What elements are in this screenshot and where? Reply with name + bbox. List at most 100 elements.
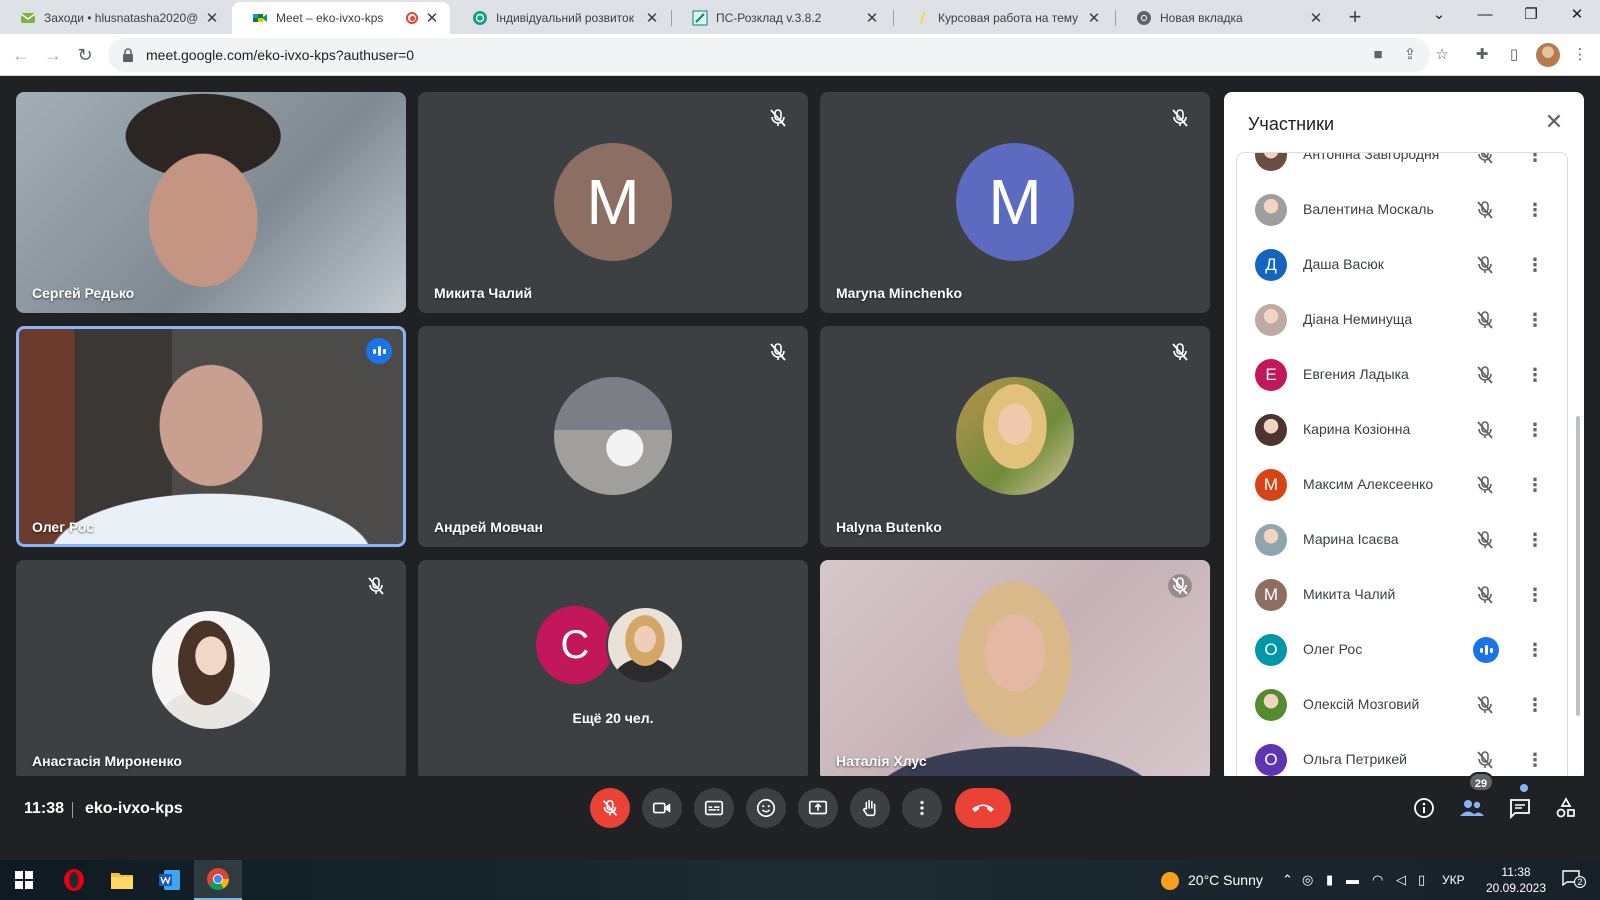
participant-row[interactable]: Олексій Мозговий ⋮ bbox=[1237, 677, 1567, 733]
participant-row[interactable]: О Олег Рос ⋮ bbox=[1237, 622, 1567, 678]
mic-off-icon[interactable] bbox=[1473, 198, 1497, 222]
browser-menu-icon[interactable]: ⋮ bbox=[1570, 45, 1590, 65]
participants-list[interactable]: Антоніна Завгородня ⋮ Валентина Москаль ⋮ Д Д… bbox=[1236, 152, 1568, 782]
taskbar-opera[interactable] bbox=[50, 860, 98, 900]
participant-row[interactable]: Діана Неминуща ⋮ bbox=[1237, 292, 1567, 348]
mic-toggle-button[interactable] bbox=[590, 788, 630, 828]
participant-tile[interactable]: M Микита Чалий bbox=[418, 92, 808, 313]
usb-device-icon[interactable]: ▯ bbox=[1418, 860, 1425, 900]
camera-permission-icon[interactable]: ■ bbox=[1368, 45, 1388, 65]
participant-row[interactable]: Е Евгения Ладыка ⋮ bbox=[1237, 347, 1567, 403]
more-vertical-icon[interactable]: ⋮ bbox=[1523, 153, 1547, 167]
more-vertical-icon[interactable]: ⋮ bbox=[1523, 583, 1547, 607]
participant-row[interactable]: М Микита Чалий ⋮ bbox=[1237, 567, 1567, 623]
more-vertical-icon[interactable]: ⋮ bbox=[1523, 308, 1547, 332]
tab-search-chevron-icon[interactable]: ⌄ bbox=[1416, 0, 1462, 30]
reactions-button[interactable] bbox=[746, 788, 786, 828]
share-icon[interactable]: ⇪ bbox=[1400, 45, 1420, 65]
raise-hand-button[interactable] bbox=[850, 788, 890, 828]
more-vertical-icon[interactable]: ⋮ bbox=[1523, 363, 1547, 387]
present-screen-button[interactable] bbox=[798, 788, 838, 828]
participant-row[interactable]: Марина Ісаєва ⋮ bbox=[1237, 512, 1567, 568]
participant-tile[interactable]: Halyna Butenko bbox=[820, 326, 1210, 547]
more-vertical-icon[interactable]: ⋮ bbox=[1523, 638, 1547, 662]
more-vertical-icon[interactable]: ⋮ bbox=[1523, 473, 1547, 497]
mic-off-icon[interactable] bbox=[1473, 308, 1497, 332]
taskbar-word[interactable] bbox=[146, 860, 194, 900]
leave-call-button[interactable] bbox=[955, 788, 1011, 828]
mic-off-icon[interactable] bbox=[1473, 253, 1497, 277]
restore-icon[interactable]: ❐ bbox=[1508, 0, 1554, 30]
tab-schedule[interactable]: ПС-Розклад v.3.8.2 ✕ bbox=[672, 2, 890, 34]
mic-off-icon[interactable] bbox=[1473, 693, 1497, 717]
reload-icon[interactable]: ↻ bbox=[72, 42, 98, 68]
weather-text[interactable]: 20°C Sunny bbox=[1188, 860, 1263, 900]
participant-row[interactable]: М Максим Алексеенко ⋮ bbox=[1237, 457, 1567, 513]
mic-off-icon[interactable] bbox=[1473, 418, 1497, 442]
new-tab-button[interactable]: + bbox=[1342, 4, 1368, 30]
mic-off-icon[interactable] bbox=[1473, 748, 1497, 772]
participant-row[interactable]: Д Даша Васюк ⋮ bbox=[1237, 237, 1567, 293]
participant-row[interactable]: Карина Козіонна ⋮ bbox=[1237, 402, 1567, 458]
participant-tile[interactable]: Андрей Мовчан bbox=[418, 326, 808, 547]
close-icon[interactable]: ✕ bbox=[864, 9, 880, 27]
camera-toggle-button[interactable] bbox=[642, 788, 682, 828]
more-vertical-icon[interactable]: ⋮ bbox=[1523, 253, 1547, 277]
tab-chatgpt[interactable]: Індивідуальний розвиток і в ✕ bbox=[452, 2, 670, 34]
window-close-icon[interactable]: ✕ bbox=[1554, 0, 1600, 30]
close-icon[interactable]: ✕ bbox=[1308, 9, 1324, 27]
people-button[interactable] bbox=[1456, 792, 1488, 824]
more-vertical-icon[interactable]: ⋮ bbox=[1523, 748, 1547, 772]
mic-off-icon[interactable] bbox=[1473, 152, 1497, 167]
tab-mail[interactable]: Заходи • hlusnatasha2020@u ✕ bbox=[0, 2, 230, 34]
tab-coursework[interactable]: Курсовая работа на тему «В ✕ bbox=[894, 2, 1112, 34]
battery-plug-icon[interactable]: ▬ bbox=[1346, 860, 1359, 900]
wifi-icon[interactable]: ◠ bbox=[1372, 860, 1383, 900]
address-bar[interactable]: meet.google.com/eko-ivxo-kps?authuser=0 bbox=[108, 38, 1430, 72]
tab-new[interactable]: Новая вкладка ✕ bbox=[1116, 2, 1334, 34]
mic-off-icon[interactable] bbox=[1473, 363, 1497, 387]
tray-expand-chevron-icon[interactable]: ⌃ bbox=[1282, 860, 1293, 900]
participant-tile[interactable]: Наталія Хлус bbox=[820, 560, 1210, 781]
mic-off-icon[interactable] bbox=[1473, 473, 1497, 497]
volume-icon[interactable]: ◁ bbox=[1396, 860, 1406, 900]
participant-tile[interactable]: M Maryna Minchenko bbox=[820, 92, 1210, 313]
minimize-icon[interactable]: — bbox=[1462, 0, 1508, 30]
forward-arrow-icon[interactable]: → bbox=[40, 42, 66, 68]
activities-button[interactable] bbox=[1550, 792, 1582, 824]
extensions-puzzle-icon[interactable]: ✚ bbox=[1472, 45, 1492, 65]
close-icon[interactable]: ✕ bbox=[1086, 9, 1102, 27]
participant-tile[interactable]: Анастасія Мироненко bbox=[16, 560, 406, 781]
participant-row[interactable]: Антоніна Завгородня ⋮ bbox=[1237, 152, 1567, 183]
notifications-button[interactable]: 2 bbox=[1562, 870, 1586, 890]
taskbar-chrome[interactable] bbox=[194, 860, 242, 900]
close-icon[interactable]: ✕ bbox=[1540, 108, 1568, 136]
mic-off-icon[interactable] bbox=[1473, 528, 1497, 552]
captions-button[interactable] bbox=[694, 788, 734, 828]
participant-row[interactable]: О Ольга Петрикей ⋮ bbox=[1237, 732, 1567, 782]
participant-tile[interactable]: Сергей Редько bbox=[16, 92, 406, 313]
more-options-button[interactable] bbox=[902, 788, 942, 828]
more-vertical-icon[interactable]: ⋮ bbox=[1523, 693, 1547, 717]
side-panel-icon[interactable]: ▯ bbox=[1504, 45, 1524, 65]
participant-row[interactable]: Валентина Москаль ⋮ bbox=[1237, 182, 1567, 238]
more-vertical-icon[interactable]: ⋮ bbox=[1523, 528, 1547, 552]
start-button[interactable] bbox=[0, 860, 48, 900]
more-vertical-icon[interactable]: ⋮ bbox=[1523, 418, 1547, 442]
tab-meet[interactable]: Meet – eko-ivxo-kps ✕ bbox=[232, 2, 450, 34]
taskbar-explorer[interactable] bbox=[98, 860, 146, 900]
close-icon[interactable]: ✕ bbox=[204, 9, 220, 27]
more-participants-tile[interactable]: C Ещё 20 чел. bbox=[418, 560, 808, 781]
close-icon[interactable]: ✕ bbox=[424, 9, 440, 27]
taskbar-clock[interactable]: 11:38 20.09.2023 bbox=[1478, 864, 1554, 896]
input-language[interactable]: УКР bbox=[1442, 860, 1465, 900]
back-arrow-icon[interactable]: ← bbox=[8, 42, 34, 68]
mic-off-icon[interactable] bbox=[1473, 583, 1497, 607]
participant-tile-speaking[interactable]: Олег Рос bbox=[16, 326, 406, 547]
close-icon[interactable]: ✕ bbox=[644, 9, 660, 27]
chat-button[interactable] bbox=[1504, 792, 1536, 824]
more-vertical-icon[interactable]: ⋮ bbox=[1523, 198, 1547, 222]
meeting-details-button[interactable] bbox=[1408, 792, 1440, 824]
profile-avatar[interactable] bbox=[1536, 43, 1560, 67]
panel-scrollbar[interactable] bbox=[1576, 416, 1580, 716]
